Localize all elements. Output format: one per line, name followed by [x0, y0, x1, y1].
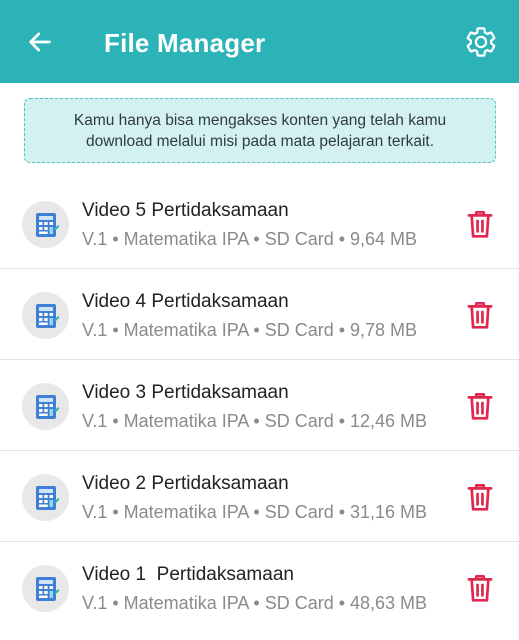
list-item[interactable]: Video 1 Pertidaksamaan V.1 • Matematika … [0, 542, 519, 633]
delete-button[interactable] [462, 206, 498, 242]
file-name: Video 2 Pertidaksamaan [82, 473, 289, 494]
delete-button[interactable] [462, 570, 498, 606]
file-thumbnail [22, 565, 69, 612]
back-button[interactable] [20, 22, 60, 62]
delete-button[interactable] [462, 479, 498, 515]
file-meta: V.1 • Matematika IPA • SD Card • 9,78 MB [82, 320, 418, 340]
file-name: Video 1 Pertidaksamaan [82, 564, 294, 585]
gear-icon [466, 27, 496, 57]
settings-button[interactable] [461, 22, 501, 62]
list-item[interactable]: Video 3 Pertidaksamaan V.1 • Matematika … [0, 360, 519, 451]
file-name: Video 3 Pertidaksamaan [82, 382, 289, 403]
file-thumbnail [22, 383, 69, 430]
list-item[interactable]: Video 2 Pertidaksamaan V.1 • Matematika … [0, 451, 519, 542]
file-meta: V.1 • Matematika IPA • SD Card • 31,16 M… [82, 502, 428, 522]
file-name: Video 4 Pertidaksamaan [82, 291, 289, 312]
calculator-book-icon [35, 394, 59, 419]
trash-icon [467, 210, 493, 238]
calculator-book-icon [35, 485, 59, 510]
trash-icon [467, 392, 493, 420]
delete-button[interactable] [462, 388, 498, 424]
trash-icon [467, 483, 493, 511]
trash-icon [467, 301, 493, 329]
list-item[interactable]: Video 4 Pertidaksamaan V.1 • Matematika … [0, 269, 519, 360]
file-thumbnail [22, 292, 69, 339]
file-list: Video 5 Pertidaksamaan V.1 • Matematika … [0, 178, 519, 633]
notice-text: Kamu hanya bisa mengakses konten yang te… [73, 111, 447, 150]
info-notice: Kamu hanya bisa mengakses konten yang te… [24, 98, 496, 163]
file-meta: V.1 • Matematika IPA • SD Card • 48,63 M… [82, 593, 428, 613]
file-meta: V.1 • Matematika IPA • SD Card • 12,46 M… [82, 411, 428, 431]
arrow-left-icon [29, 32, 51, 52]
calculator-book-icon [35, 303, 59, 328]
calculator-book-icon [35, 212, 59, 237]
trash-icon [467, 574, 493, 602]
delete-button[interactable] [462, 297, 498, 333]
app-bar: File Manager [0, 0, 519, 83]
list-item[interactable]: Video 5 Pertidaksamaan V.1 • Matematika … [0, 178, 519, 269]
file-meta: V.1 • Matematika IPA • SD Card • 9,64 MB [82, 229, 418, 249]
file-name: Video 5 Pertidaksamaan [82, 200, 289, 221]
page-title: File Manager [104, 28, 266, 58]
file-thumbnail [22, 201, 69, 248]
calculator-book-icon [35, 576, 59, 601]
file-thumbnail [22, 474, 69, 521]
